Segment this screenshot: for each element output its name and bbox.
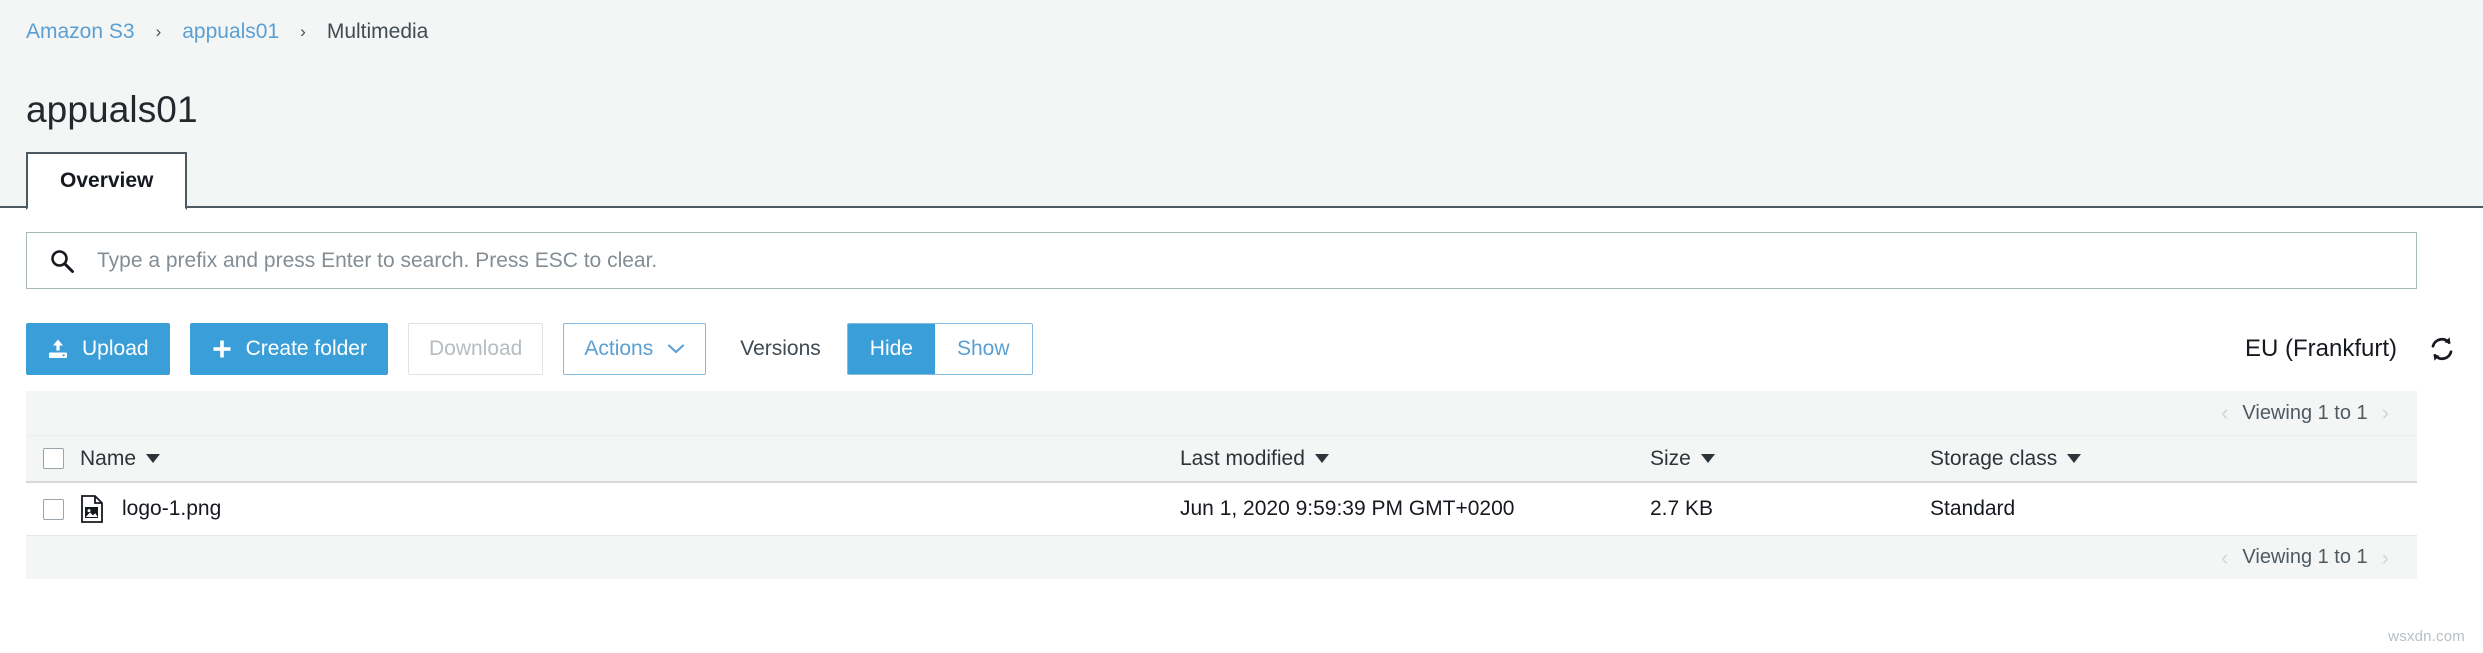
- column-header-storage-class-label: Storage class: [1930, 446, 2058, 470]
- pagination-bar-bottom: ‹ Viewing 1 to 1 ›: [26, 535, 2417, 579]
- download-button[interactable]: Download: [407, 323, 544, 375]
- row-last-modified-text: Jun 1, 2020 9:59:39 PM GMT+0200: [1180, 497, 1515, 520]
- column-header-last-modified[interactable]: Last modified: [1180, 447, 1650, 471]
- breadcrumb-item-amazon-s3[interactable]: Amazon S3: [26, 18, 135, 46]
- column-header-name-label: Name: [80, 446, 137, 470]
- plus-icon: [211, 338, 233, 360]
- breadcrumb-separator-icon: ›: [300, 22, 306, 41]
- pagination-controls-bottom: ‹ Viewing 1 to 1 ›: [2207, 546, 2403, 569]
- refresh-icon[interactable]: [2427, 334, 2457, 364]
- column-header-name[interactable]: Name: [80, 447, 1180, 471]
- breadcrumb-item-appuals01[interactable]: appuals01: [182, 18, 279, 46]
- region-indicator: EU (Frankfurt): [2245, 323, 2457, 375]
- breadcrumb-item-multimedia: Multimedia: [326, 20, 429, 43]
- upload-button[interactable]: Upload: [26, 323, 170, 375]
- row-size-text: 2.7 KB: [1650, 497, 1714, 520]
- column-header-storage-class[interactable]: Storage class: [1930, 447, 2417, 471]
- search-icon: [49, 248, 75, 274]
- search-bar[interactable]: [26, 232, 2417, 289]
- column-header-last-modified-label: Last modified: [1180, 446, 1305, 470]
- sort-caret-icon: [2067, 454, 2082, 463]
- sort-caret-icon: [1700, 454, 1715, 463]
- breadcrumb: Amazon S3 › appuals01 › Multimedia: [26, 18, 428, 46]
- row-checkbox-cell: [26, 498, 80, 520]
- page-header: Amazon S3 › appuals01 › Multimedia appua…: [0, 0, 2483, 210]
- create-folder-button-label: Create folder: [245, 337, 367, 360]
- row-size: 2.7 KB: [1650, 497, 1930, 521]
- versions-label: Versions: [740, 337, 821, 360]
- toolbar: Upload Create folder Download Actions Ve…: [26, 323, 1033, 375]
- table-header-row: Name Last modified Size Storage class: [26, 435, 2417, 483]
- search-input[interactable]: [97, 245, 2416, 276]
- row-storage-class-text: Standard: [1930, 497, 2016, 520]
- pagination-text-bottom: Viewing 1 to 1: [2242, 546, 2368, 568]
- versions-show-button[interactable]: Show: [935, 324, 1032, 374]
- select-all-checkbox-cell: [26, 448, 80, 469]
- chevron-down-icon: [667, 343, 685, 355]
- row-name-cell: logo-1.png: [80, 495, 1180, 523]
- select-all-checkbox[interactable]: [42, 448, 64, 469]
- table-row[interactable]: logo-1.png Jun 1, 2020 9:59:39 PM GMT+02…: [26, 483, 2417, 535]
- row-last-modified: Jun 1, 2020 9:59:39 PM GMT+0200: [1180, 497, 1650, 521]
- page-title: appuals01: [26, 89, 198, 130]
- image-file-icon: [80, 495, 104, 523]
- row-storage-class: Standard: [1930, 497, 2417, 521]
- chevron-left-icon[interactable]: ‹: [2207, 546, 2242, 569]
- region-label: EU (Frankfurt): [2244, 335, 2397, 362]
- download-button-label: Download: [428, 337, 523, 360]
- upload-button-label: Upload: [82, 337, 149, 360]
- s3-bucket-browser-page: Amazon S3 › appuals01 › Multimedia appua…: [0, 0, 2483, 653]
- sort-caret-icon: [146, 454, 161, 463]
- versions-toggle-group: Hide Show: [846, 323, 1033, 375]
- breadcrumb-separator-icon: ›: [155, 22, 162, 41]
- pagination-text: Viewing 1 to 1: [2242, 401, 2368, 424]
- objects-table: ‹ Viewing 1 to 1 › Name Last modified Si…: [26, 391, 2417, 579]
- versions-hide-button[interactable]: Hide: [847, 324, 935, 374]
- chevron-right-icon[interactable]: ›: [2368, 546, 2403, 569]
- column-header-size[interactable]: Size: [1650, 447, 1930, 471]
- chevron-left-icon[interactable]: ‹: [2207, 402, 2242, 424]
- tab-bar: Overview: [26, 152, 188, 210]
- row-checkbox[interactable]: [42, 498, 64, 520]
- upload-icon: [47, 338, 69, 360]
- row-file-name[interactable]: logo-1.png: [122, 497, 221, 521]
- chevron-right-icon[interactable]: ›: [2368, 402, 2403, 424]
- pagination-bar-top: ‹ Viewing 1 to 1 ›: [26, 391, 2417, 435]
- watermark: wsxdn.com: [2388, 628, 2465, 645]
- actions-dropdown-label: Actions: [584, 337, 654, 360]
- create-folder-button[interactable]: Create folder: [189, 323, 388, 375]
- actions-dropdown-button[interactable]: Actions: [563, 323, 707, 375]
- pagination-controls: ‹ Viewing 1 to 1 ›: [2207, 402, 2403, 425]
- tab-overview[interactable]: Overview: [26, 152, 188, 210]
- sort-caret-icon: [1314, 454, 1329, 463]
- column-header-size-label: Size: [1650, 446, 1691, 470]
